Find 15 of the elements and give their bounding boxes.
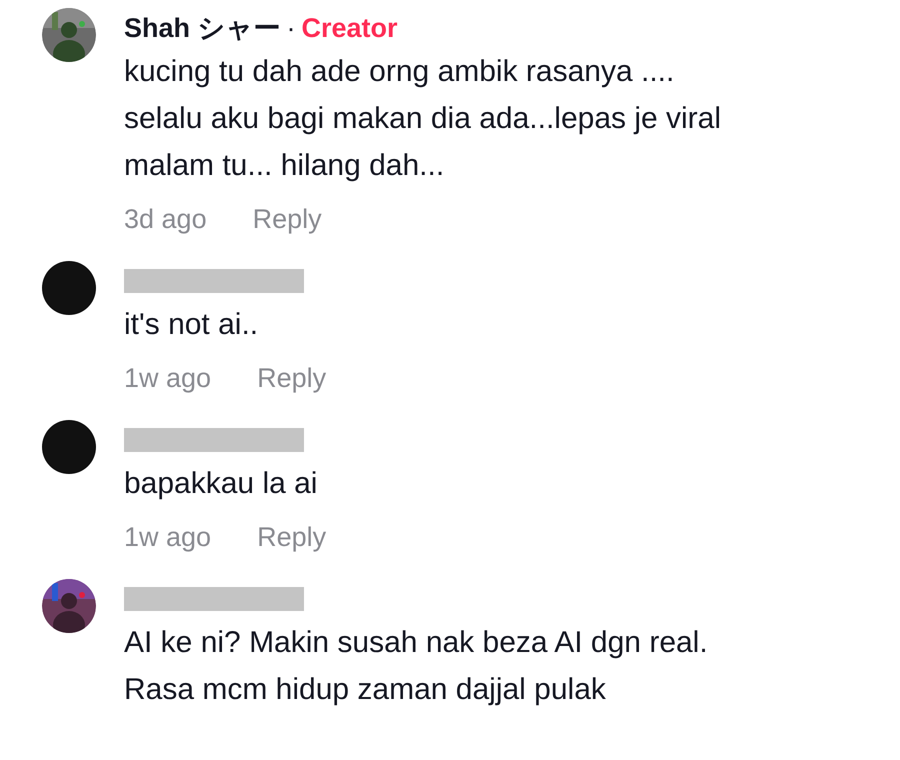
reply-button[interactable]: Reply: [257, 516, 326, 558]
comment-text: kucing tu dah ade orng ambik rasanya .... selalu aku bagi makan dia ada...lepas je viral malam tu... hilang dah...: [124, 54, 722, 184]
comment-text: it's not ai..: [124, 307, 260, 343]
avatar[interactable]: [42, 261, 96, 315]
timestamp: 3d ago: [124, 202, 207, 236]
timestamp: 1w ago: [124, 362, 212, 395]
comment-text: AI ke ni? Makin susah nak beza AI dgn real. Rasa mcm hidup zaman dajjal pulak: [124, 625, 709, 708]
separator: ·: [286, 12, 296, 45]
reply-button[interactable]: Reply: [257, 358, 326, 398]
creator-label: Creator: [302, 12, 398, 45]
reply-button[interactable]: Reply: [252, 198, 322, 240]
username[interactable]: Shah シャー: [124, 8, 281, 48]
timestamp: 1w ago: [124, 520, 212, 554]
comment-text: bapakkau la ai: [124, 466, 318, 502]
avatar[interactable]: [42, 420, 96, 474]
